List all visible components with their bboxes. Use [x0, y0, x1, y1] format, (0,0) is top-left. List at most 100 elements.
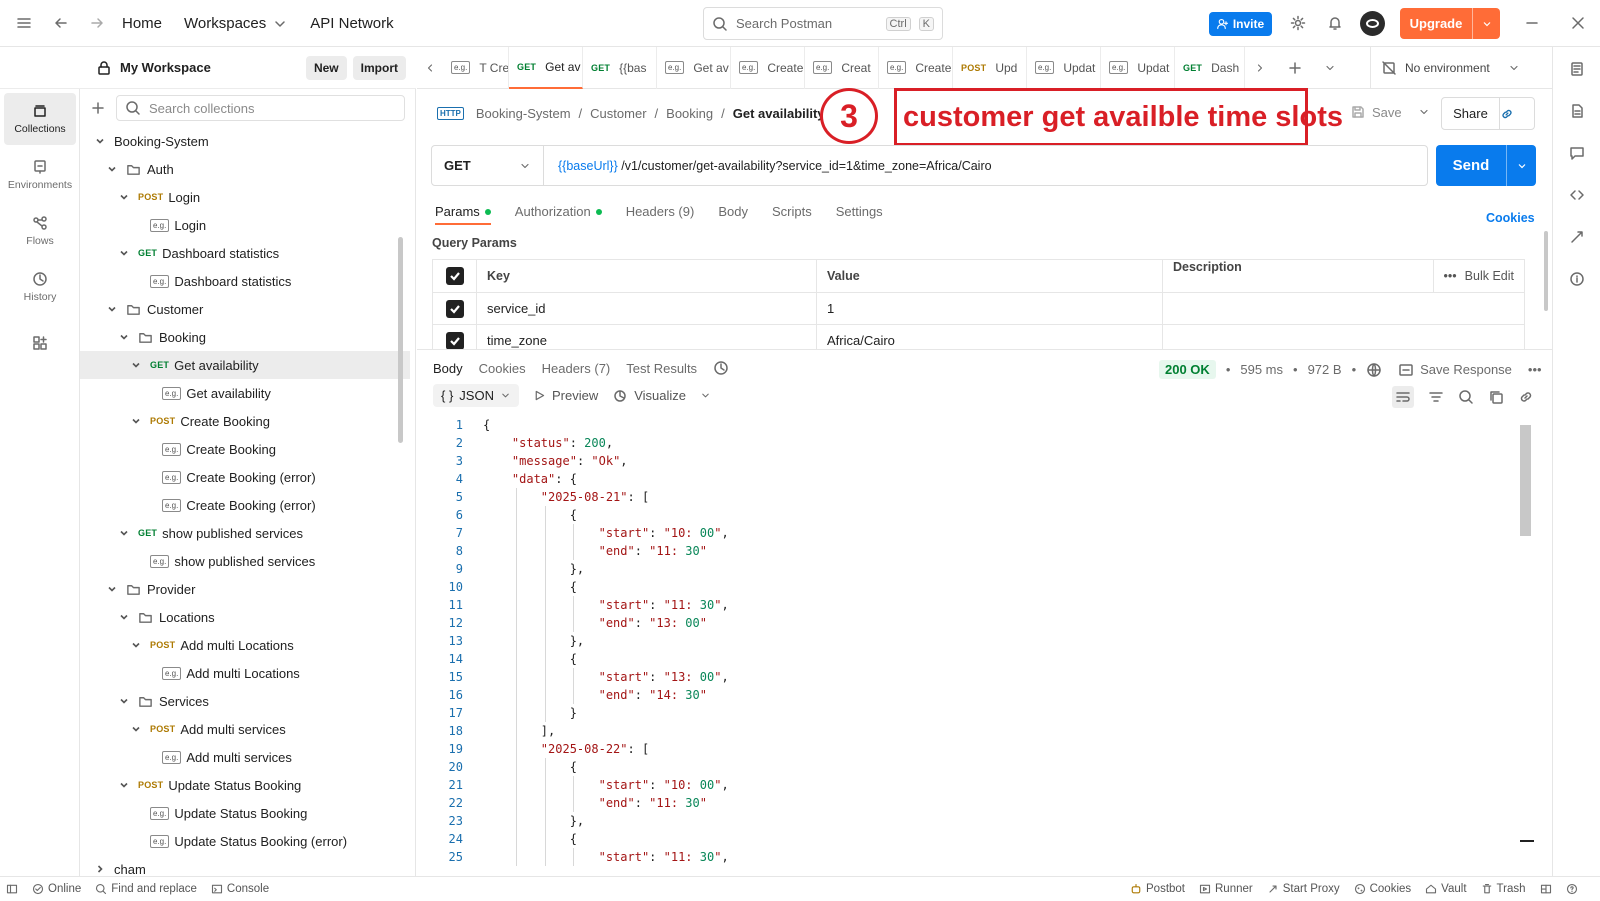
tree-item[interactable]: POST Add multi services	[80, 715, 410, 743]
tree-item[interactable]: Auth	[80, 155, 410, 183]
tree-item[interactable]: GET show published services	[80, 519, 410, 547]
tree-item[interactable]: POST Add multi Locations	[80, 631, 410, 659]
avatar[interactable]	[1360, 11, 1385, 36]
documentation-icon[interactable]	[1569, 61, 1585, 77]
tree-item[interactable]: POST Create Booking	[80, 407, 410, 435]
info-icon[interactable]	[1569, 271, 1585, 287]
tree-item[interactable]: e.g. Get availability	[80, 379, 410, 407]
tree-item[interactable]: e.g. Add multi services	[80, 743, 410, 771]
request-tab[interactable]: e.g. Create	[731, 46, 805, 89]
rail-flows[interactable]: Flows	[4, 205, 76, 257]
chevron-down-icon[interactable]	[106, 163, 118, 175]
workspaces-menu[interactable]: Workspaces	[184, 15, 288, 32]
code-icon[interactable]	[1569, 187, 1585, 203]
api-network-link[interactable]: API Network	[310, 15, 393, 32]
trash-button[interactable]: Trash	[1481, 883, 1526, 895]
request-tab[interactable]: GET {{bas	[583, 46, 657, 89]
request-tab[interactable]: e.g. Updat	[1027, 46, 1101, 89]
postbot-button[interactable]: Postbot	[1130, 883, 1185, 895]
select-all-cell[interactable]	[432, 259, 477, 293]
tree-item[interactable]: e.g. Add multi Locations	[80, 659, 410, 687]
chevron-down-icon[interactable]	[118, 695, 130, 707]
filter-icon[interactable]	[1428, 389, 1444, 405]
response-tab-headers[interactable]: Headers (7)	[542, 361, 611, 376]
chevron-down-icon[interactable]	[118, 247, 130, 259]
wrap-lines-icon[interactable]	[1392, 386, 1414, 408]
response-tab-cookies[interactable]: Cookies	[479, 361, 526, 376]
breadcrumb-subfolder[interactable]: Booking	[666, 106, 713, 121]
tree-item[interactable]: GET Get availability	[80, 351, 410, 379]
response-tab-test-results[interactable]: Test Results	[626, 361, 697, 376]
chevron-down-icon[interactable]	[130, 415, 142, 427]
request-tab[interactable]: GET Dash	[1175, 46, 1245, 89]
import-button[interactable]: Import	[352, 55, 406, 80]
tree-item[interactable]: Booking	[80, 323, 410, 351]
rail-history[interactable]: History	[4, 261, 76, 313]
link-icon[interactable]	[1518, 389, 1534, 405]
send-button[interactable]: Send	[1436, 145, 1536, 186]
notification-bell-icon[interactable]	[1327, 15, 1343, 31]
console-button[interactable]: Console	[211, 883, 269, 895]
chevron-down-icon[interactable]	[118, 779, 130, 791]
response-time[interactable]: 595 ms	[1240, 362, 1283, 377]
chevron-down-icon[interactable]	[118, 527, 130, 539]
globe-icon[interactable]	[1366, 362, 1382, 378]
response-size[interactable]: 972 B	[1308, 362, 1342, 377]
url-input[interactable]: {{baseUrl}} /v1/customer/get-availabilit…	[544, 159, 992, 173]
tab-authorization[interactable]: Authorization	[515, 204, 602, 219]
param-description[interactable]	[1162, 292, 1525, 325]
environment-selector[interactable]: No environment	[1370, 47, 1530, 89]
chevron-down-icon[interactable]	[106, 303, 118, 315]
tree-item[interactable]: e.g. Create Booking	[80, 435, 410, 463]
chevron-left-icon[interactable]	[417, 62, 443, 74]
tab-body[interactable]: Body	[718, 204, 748, 219]
back-arrow-icon[interactable]	[53, 15, 69, 31]
share-button[interactable]: Share	[1441, 97, 1535, 130]
forward-arrow-icon[interactable]	[89, 15, 105, 31]
chevron-right-icon[interactable]	[1245, 62, 1275, 74]
tab-params[interactable]: Params	[435, 204, 491, 225]
cookies-link[interactable]: Cookies	[1486, 211, 1535, 225]
runner-button[interactable]: Runner	[1199, 883, 1253, 895]
response-scrollbar[interactable]	[1520, 425, 1531, 536]
tree-item[interactable]: e.g. Login	[80, 211, 410, 239]
chevron-down-icon[interactable]	[130, 639, 142, 651]
bulk-edit-button[interactable]: ••• Bulk Edit	[1432, 260, 1514, 292]
request-scrollbar[interactable]	[1544, 231, 1548, 311]
tree-item[interactable]: e.g. Create Booking (error)	[80, 491, 410, 519]
rail-collections[interactable]: Collections	[4, 93, 76, 145]
vault-button[interactable]: Vault	[1425, 883, 1467, 895]
cookies-button[interactable]: Cookies	[1354, 883, 1411, 895]
request-tab[interactable]: e.g. Updat	[1101, 46, 1175, 89]
chevron-right-icon[interactable]	[94, 863, 106, 875]
tree-item[interactable]: Customer	[80, 295, 410, 323]
tree-item[interactable]: GET Dashboard statistics	[80, 239, 410, 267]
tree-item[interactable]: e.g. Create Booking (error)	[80, 463, 410, 491]
tab-settings[interactable]: Settings	[836, 204, 883, 219]
chevron-down-icon[interactable]	[1418, 106, 1430, 118]
help-button[interactable]	[1566, 883, 1578, 895]
tree-item[interactable]: e.g. Update Status Booking (error)	[80, 827, 410, 855]
copy-icon[interactable]	[1488, 389, 1504, 405]
minimize-icon[interactable]	[1524, 15, 1540, 31]
chevron-down-icon[interactable]	[1472, 8, 1500, 39]
tree-item[interactable]: POST Update Status Booking	[80, 771, 410, 799]
menu-icon[interactable]	[16, 15, 32, 31]
tree-item[interactable]: Services	[80, 687, 410, 715]
tree-item[interactable]: e.g. Update Status Booking	[80, 799, 410, 827]
comments-icon[interactable]	[1569, 145, 1585, 161]
request-tab[interactable]: GET Get av	[509, 46, 583, 89]
tree-item[interactable]: Booking-System	[80, 127, 410, 155]
search-collections-input[interactable]: Search collections	[116, 95, 405, 121]
tree-item[interactable]: e.g. Dashboard statistics	[80, 267, 410, 295]
row-checkbox[interactable]	[445, 299, 464, 318]
more-options-icon[interactable]: •••	[1528, 362, 1542, 377]
plus-icon[interactable]	[90, 100, 106, 116]
tabs-dropdown-icon[interactable]	[1315, 62, 1345, 74]
request-tab[interactable]: POST Upd	[953, 46, 1027, 89]
chevron-down-icon[interactable]	[118, 191, 130, 203]
request-tab[interactable]: e.g. Creat	[805, 46, 879, 89]
chevron-down-icon[interactable]	[700, 390, 711, 401]
request-tab[interactable]: e.g. Create	[879, 46, 953, 89]
invite-button[interactable]: Invite	[1209, 12, 1272, 36]
